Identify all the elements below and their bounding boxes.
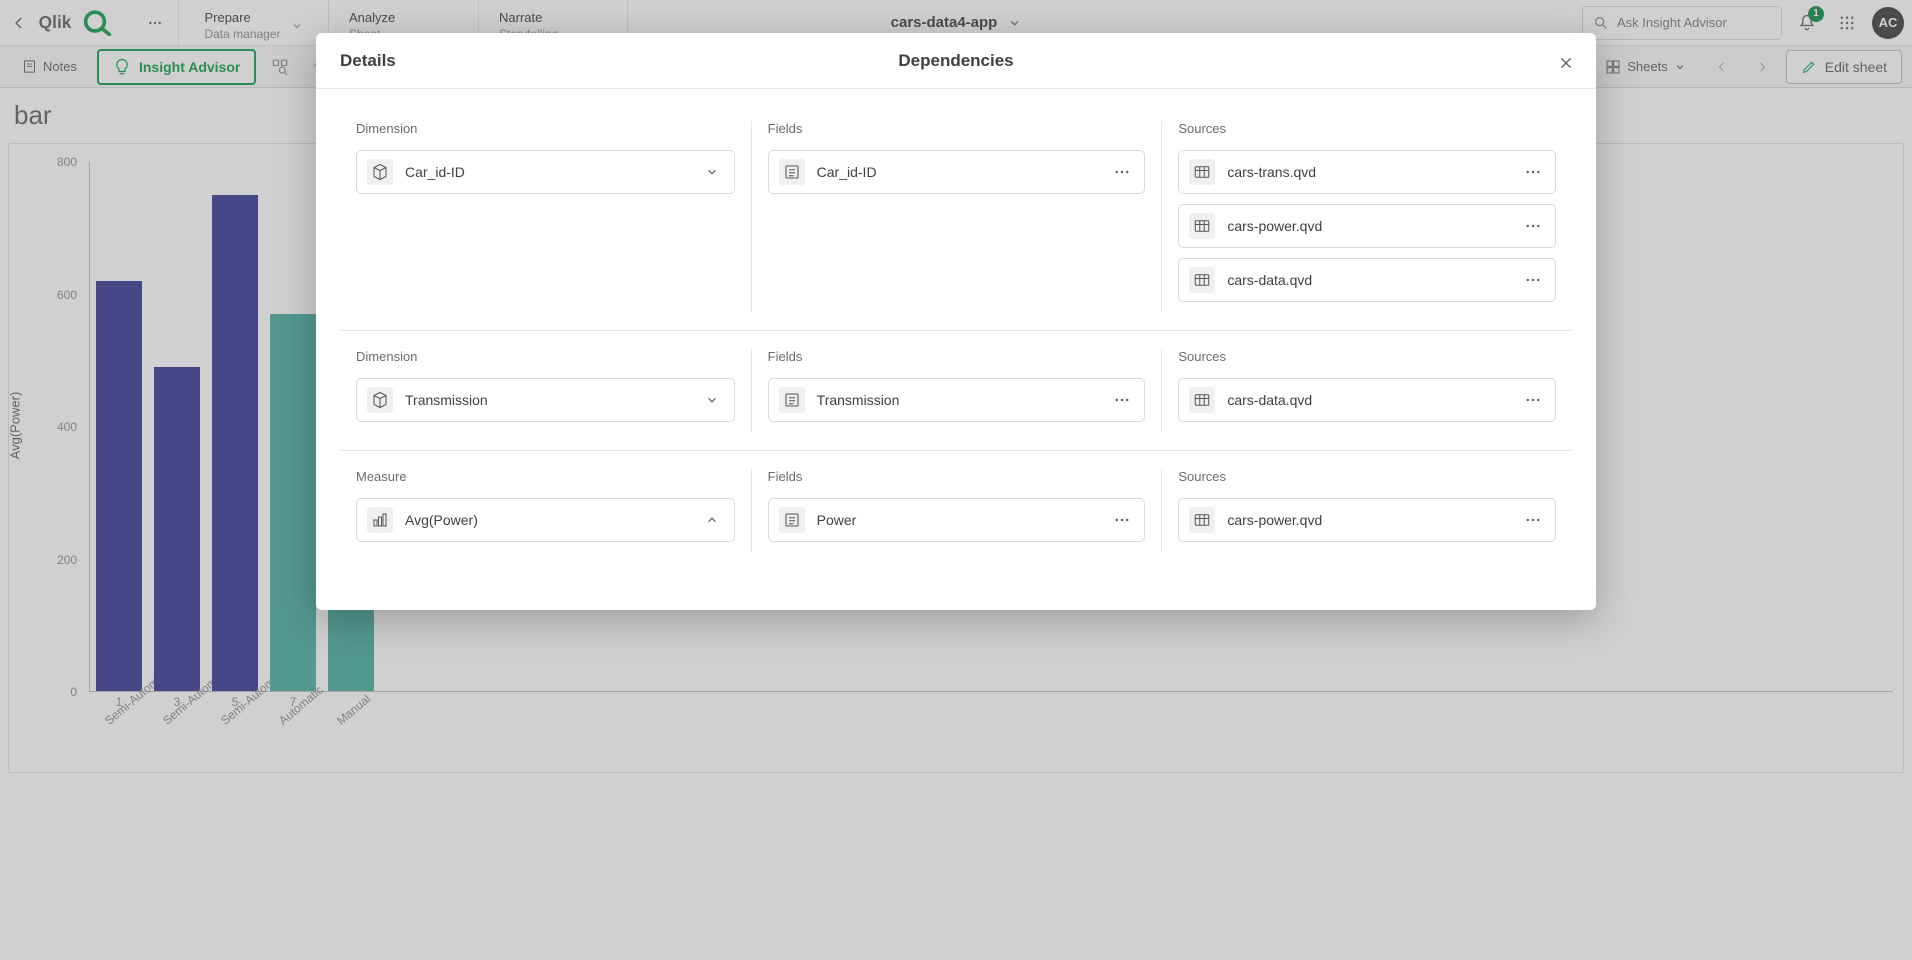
table-icon <box>1189 213 1215 239</box>
col-label: Dimension <box>356 121 735 136</box>
col-label: Fields <box>768 349 1146 364</box>
source-label: cars-power.qvd <box>1227 512 1509 528</box>
more-button[interactable] <box>1521 508 1545 532</box>
field-card[interactable]: Transmission <box>768 378 1146 422</box>
dep-col-fields: Fields Power <box>751 469 1162 552</box>
dimension-label: Car_id-ID <box>405 164 688 180</box>
dimension-card[interactable]: Car_id-ID <box>356 150 735 194</box>
modal-title-dependencies: Dependencies <box>898 51 1013 71</box>
close-icon <box>1558 55 1574 71</box>
field-label: Car_id-ID <box>817 164 1099 180</box>
source-card[interactable]: cars-power.qvd <box>1178 498 1556 542</box>
cube-icon <box>367 159 393 185</box>
field-label: Transmission <box>817 392 1099 408</box>
dep-col-dimension: Dimension Car_id-ID <box>340 121 751 312</box>
dep-col-dimension: Measure Avg(Power) <box>340 469 751 552</box>
table-icon <box>1189 267 1215 293</box>
dep-col-fields: Fields Car_id-ID <box>751 121 1162 312</box>
measure-icon <box>367 507 393 533</box>
details-modal: Details Dependencies Dimension Car_id-ID… <box>316 33 1596 610</box>
more-button[interactable] <box>1110 508 1134 532</box>
dep-col-dimension: Dimension Transmission <box>340 349 751 432</box>
col-label: Measure <box>356 469 735 484</box>
more-button[interactable] <box>1110 160 1134 184</box>
col-label: Sources <box>1178 121 1556 136</box>
source-card[interactable]: cars-data.qvd <box>1178 258 1556 302</box>
source-card[interactable]: cars-trans.qvd <box>1178 150 1556 194</box>
more-button[interactable] <box>1521 388 1545 412</box>
dep-col-fields: Fields Transmission <box>751 349 1162 432</box>
more-button[interactable] <box>1110 388 1134 412</box>
field-card[interactable]: Car_id-ID <box>768 150 1146 194</box>
col-label: Sources <box>1178 469 1556 484</box>
source-label: cars-data.qvd <box>1227 272 1509 288</box>
source-card[interactable]: cars-data.qvd <box>1178 378 1556 422</box>
source-card[interactable]: cars-power.qvd <box>1178 204 1556 248</box>
dimension-card[interactable]: Avg(Power) <box>356 498 735 542</box>
dimension-card[interactable]: Transmission <box>356 378 735 422</box>
modal-body: Dimension Car_id-ID Fields Car_id-ID Sou… <box>316 89 1596 610</box>
dep-col-sources: Sources cars-trans.qvd cars-power.qvd ca… <box>1161 121 1572 312</box>
more-button[interactable] <box>1521 214 1545 238</box>
table-icon <box>1189 387 1215 413</box>
close-button[interactable] <box>1552 49 1580 77</box>
more-button[interactable] <box>1521 268 1545 292</box>
cube-icon <box>367 387 393 413</box>
field-card[interactable]: Power <box>768 498 1146 542</box>
field-label: Power <box>817 512 1099 528</box>
modal-header: Details Dependencies <box>316 33 1596 89</box>
expand-button[interactable] <box>700 160 724 184</box>
field-icon <box>779 159 805 185</box>
col-label: Fields <box>768 469 1146 484</box>
dimension-label: Avg(Power) <box>405 512 688 528</box>
source-label: cars-trans.qvd <box>1227 164 1509 180</box>
col-label: Dimension <box>356 349 735 364</box>
modal-overlay[interactable]: Details Dependencies Dimension Car_id-ID… <box>0 0 1912 960</box>
field-icon <box>779 507 805 533</box>
modal-title-details: Details <box>340 51 396 71</box>
dep-col-sources: Sources cars-data.qvd <box>1161 349 1572 432</box>
col-label: Sources <box>1178 349 1556 364</box>
table-icon <box>1189 507 1215 533</box>
dep-col-sources: Sources cars-power.qvd <box>1161 469 1572 552</box>
source-label: cars-data.qvd <box>1227 392 1509 408</box>
field-icon <box>779 387 805 413</box>
table-icon <box>1189 159 1215 185</box>
expand-button[interactable] <box>700 508 724 532</box>
col-label: Fields <box>768 121 1146 136</box>
expand-button[interactable] <box>700 388 724 412</box>
more-button[interactable] <box>1521 160 1545 184</box>
dimension-label: Transmission <box>405 392 688 408</box>
source-label: cars-power.qvd <box>1227 218 1509 234</box>
